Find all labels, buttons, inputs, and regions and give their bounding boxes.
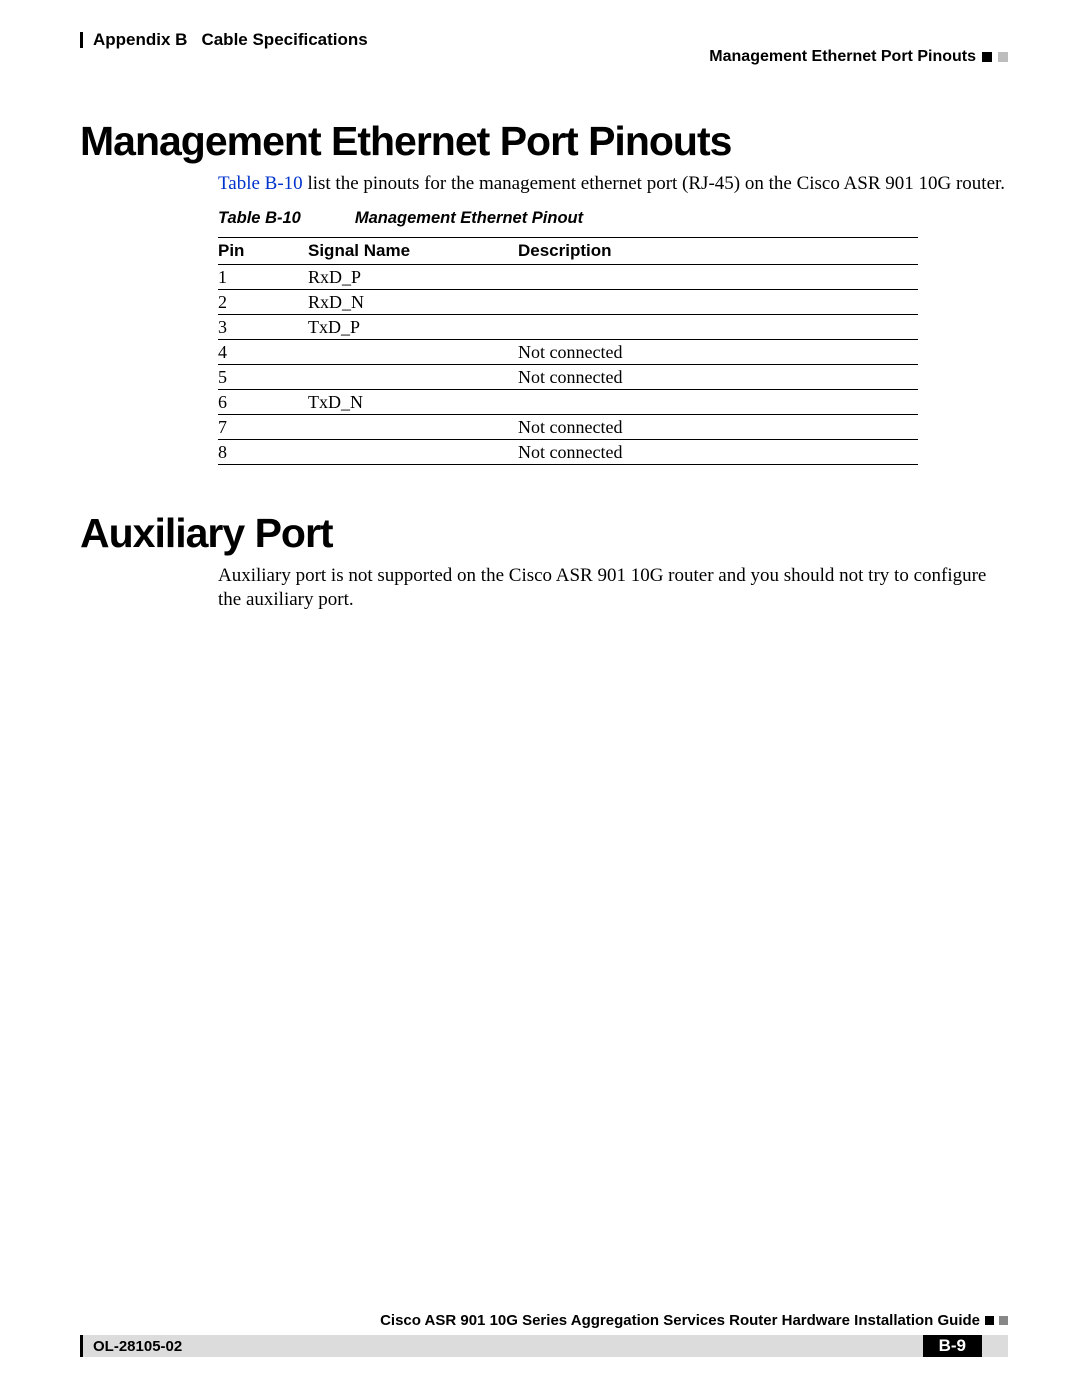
footer-page-number: B-9 [923, 1335, 982, 1357]
table-row: 8 Not connected [218, 440, 918, 465]
cell-signal [308, 365, 518, 390]
footer-doc-id-area: OL-28105-02 [80, 1335, 923, 1357]
table-row: 2 RxD_N [218, 290, 918, 315]
header-rule-icon [80, 32, 83, 48]
footer-doc-title-row: Cisco ASR 901 10G Series Aggregation Ser… [380, 1312, 1008, 1329]
cell-pin: 1 [218, 265, 308, 290]
col-header-pin: Pin [218, 238, 308, 265]
cell-signal [308, 340, 518, 365]
footer-rule-icon [80, 1335, 83, 1357]
cell-desc [518, 390, 918, 415]
table-row: 4 Not connected [218, 340, 918, 365]
cell-desc: Not connected [518, 415, 918, 440]
cell-desc [518, 315, 918, 340]
cell-signal [308, 440, 518, 465]
section-label: Management Ethernet Port Pinouts [709, 48, 976, 66]
footer-doc-id: OL-28105-02 [93, 1338, 182, 1355]
heading-management-ethernet: Management Ethernet Port Pinouts [80, 118, 731, 165]
cell-desc: Not connected [518, 440, 918, 465]
table-number: Table B-10 [218, 209, 301, 227]
cell-signal: TxD_P [308, 315, 518, 340]
col-header-description: Description [518, 238, 918, 265]
cell-signal: RxD_P [308, 265, 518, 290]
cell-pin: 4 [218, 340, 308, 365]
square-marker-icon [998, 52, 1008, 62]
footer-bar-tail [982, 1335, 1008, 1357]
table-caption: Table B-10 Management Ethernet Pinout [218, 209, 583, 228]
cell-signal: TxD_N [308, 390, 518, 415]
table-row: 6 TxD_N [218, 390, 918, 415]
management-ethernet-pinout-table: Pin Signal Name Description 1 RxD_P 2 Rx… [218, 237, 918, 465]
square-marker-icon [982, 52, 992, 62]
cell-pin: 8 [218, 440, 308, 465]
cell-pin: 3 [218, 315, 308, 340]
table-row: 5 Not connected [218, 365, 918, 390]
table-row: 3 TxD_P [218, 315, 918, 340]
cell-signal [308, 415, 518, 440]
paragraph-aux: Auxiliary port is not supported on the C… [218, 564, 1008, 612]
paragraph-mgmt: Table B-10 list the pinouts for the mana… [218, 172, 1008, 196]
cell-pin: 5 [218, 365, 308, 390]
table-caption-text: Management Ethernet Pinout [355, 209, 583, 227]
table-reference-link[interactable]: Table B-10 [218, 173, 303, 194]
page: Appendix B Cable Specifications Manageme… [0, 0, 1080, 1397]
header-left: Appendix B Cable Specifications [80, 30, 1008, 50]
table-row: 7 Not connected [218, 415, 918, 440]
page-header: Appendix B Cable Specifications Manageme… [80, 30, 1008, 50]
square-marker-icon [999, 1316, 1008, 1325]
appendix-label: Appendix B [93, 30, 187, 50]
cell-desc: Not connected [518, 365, 918, 390]
cell-signal: RxD_N [308, 290, 518, 315]
footer-page-wrap: B-9 [923, 1335, 1008, 1357]
col-header-signal: Signal Name [308, 238, 518, 265]
cell-pin: 7 [218, 415, 308, 440]
header-right: Management Ethernet Port Pinouts [709, 48, 1008, 66]
footer-bar: OL-28105-02 B-9 [80, 1335, 1008, 1357]
table-header-row: Pin Signal Name Description [218, 238, 918, 265]
cell-desc: Not connected [518, 340, 918, 365]
chapter-label: Cable Specifications [201, 30, 367, 50]
footer-doc-title: Cisco ASR 901 10G Series Aggregation Ser… [380, 1312, 980, 1329]
paragraph-mgmt-text: list the pinouts for the management ethe… [303, 173, 1005, 194]
cell-pin: 6 [218, 390, 308, 415]
heading-auxiliary-port: Auxiliary Port [80, 510, 333, 557]
cell-pin: 2 [218, 290, 308, 315]
cell-desc [518, 290, 918, 315]
square-marker-icon [985, 1316, 994, 1325]
cell-desc [518, 265, 918, 290]
table-row: 1 RxD_P [218, 265, 918, 290]
